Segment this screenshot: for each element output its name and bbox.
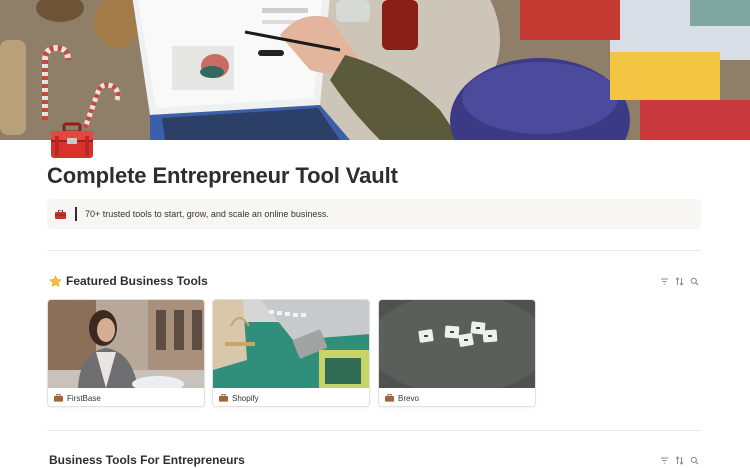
page-cover [0, 0, 750, 140]
shopping-bag-desk-photo [213, 300, 369, 388]
tools-toolbar [660, 456, 699, 465]
card-title: Brevo [398, 393, 419, 403]
sort-icon[interactable] [675, 456, 684, 465]
callout-divider [75, 207, 77, 221]
callout-text: 70+ trusted tools to start, grow, and sc… [85, 209, 329, 219]
filter-icon[interactable] [660, 456, 669, 465]
tools-section-label: Business Tools For Entrepreneurs [49, 453, 245, 467]
woman-in-blazer-photo [48, 300, 204, 388]
sort-icon[interactable] [675, 277, 684, 286]
gallery-card-brevo[interactable]: Brevo [378, 299, 536, 407]
letter-tiles-photo [379, 300, 535, 388]
search-icon[interactable] [690, 456, 699, 465]
featured-section-title[interactable]: Featured Business Tools [49, 274, 208, 288]
briefcase-icon [219, 394, 228, 403]
card-footer: FirstBase [48, 388, 204, 406]
card-footer: Shopify [213, 388, 369, 406]
gallery-card-shopify[interactable]: Shopify [212, 299, 370, 407]
filter-icon[interactable] [660, 277, 669, 286]
toolbox-icon[interactable] [49, 122, 95, 160]
card-title: Shopify [232, 393, 259, 403]
page-title[interactable]: Complete Entrepreneur Tool Vault [47, 163, 398, 189]
divider [47, 430, 701, 431]
callout: 70+ trusted tools to start, grow, and sc… [47, 199, 701, 229]
briefcase-icon [55, 208, 67, 220]
briefcase-icon [385, 394, 394, 403]
search-icon[interactable] [690, 277, 699, 286]
cover-photo [0, 0, 750, 140]
featured-section-label: Featured Business Tools [66, 274, 208, 288]
divider [47, 250, 701, 251]
star-icon [49, 274, 62, 288]
card-footer: Brevo [379, 388, 535, 406]
tools-section-title[interactable]: Business Tools For Entrepreneurs [49, 453, 245, 467]
card-title: FirstBase [67, 393, 101, 403]
briefcase-icon [54, 394, 63, 403]
featured-toolbar [660, 277, 699, 286]
gallery-card-firstbase[interactable]: FirstBase [47, 299, 205, 407]
